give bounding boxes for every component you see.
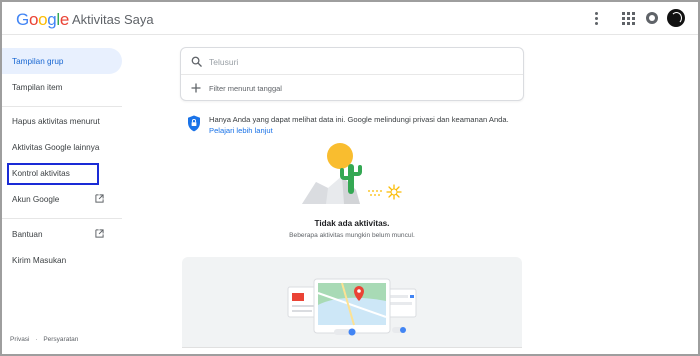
privacy-text: Hanya Anda yang dapat melihat data ini. … xyxy=(209,115,509,124)
privacy-link[interactable]: Privasi xyxy=(10,336,30,343)
logo-letter-o1: o xyxy=(28,10,39,29)
open-in-new-icon xyxy=(95,229,104,238)
sidebar-item-label: Aktivitas Google lainnya xyxy=(12,142,100,152)
empty-desert-illustration xyxy=(302,143,402,204)
search-icon[interactable] xyxy=(191,56,202,67)
footer-links: Privasi · Persyaratan xyxy=(10,336,82,343)
empty-state-title: Tidak ada aktivitas. xyxy=(314,219,390,228)
avatar[interactable] xyxy=(666,8,686,28)
activity-promo-illustration xyxy=(287,278,417,336)
window-frame: Google Aktivitas Saya Tampilan grup Tamp… xyxy=(0,0,700,356)
sidebar-item-send-feedback[interactable]: Kirim Masukan xyxy=(2,247,122,273)
account-badge-icon[interactable] xyxy=(644,10,660,26)
sidebar-item-label: Bantuan xyxy=(12,229,43,239)
sidebar-item-other-activity[interactable]: Aktivitas Google lainnya xyxy=(2,134,122,160)
google-logo[interactable]: Google xyxy=(16,10,69,30)
shield-lock-icon xyxy=(188,115,200,132)
logo-letter-e: e xyxy=(59,10,70,29)
footer-separator: · xyxy=(35,336,38,343)
sidebar-item-label: Tampilan item xyxy=(12,82,63,92)
logo-letter-g: G xyxy=(16,10,29,29)
sidebar-item-google-account[interactable]: Akun Google xyxy=(2,186,122,212)
sidebar-item-label: Kirim Masukan xyxy=(12,255,67,265)
sidebar: Tampilan grup Tampilan item Hapus aktivi… xyxy=(2,36,128,354)
sidebar-item-group-view[interactable]: Tampilan grup xyxy=(2,48,122,74)
open-in-new-icon xyxy=(95,194,104,203)
sidebar-divider xyxy=(2,218,122,219)
learn-more-link[interactable]: Pelajari lebih lanjut xyxy=(209,126,273,135)
sidebar-item-label: Akun Google xyxy=(12,194,60,204)
sidebar-item-item-view[interactable]: Tampilan item xyxy=(2,74,122,100)
sidebar-item-label: Hapus aktivitas menurut xyxy=(12,116,100,126)
sidebar-item-label: Kontrol aktivitas xyxy=(12,168,70,178)
filter-by-date-button[interactable]: Filter menurut tanggal xyxy=(181,76,523,101)
logo-letter-o2: o xyxy=(38,10,48,29)
more-vert-icon[interactable] xyxy=(588,10,604,26)
search-row xyxy=(181,48,523,75)
filter-label: Filter menurut tanggal xyxy=(209,84,282,93)
top-bar: Google Aktivitas Saya xyxy=(2,2,698,35)
search-card: Filter menurut tanggal xyxy=(180,47,524,101)
sidebar-item-help[interactable]: Bantuan xyxy=(2,221,122,247)
sidebar-item-delete-activity[interactable]: Hapus aktivitas menurut xyxy=(2,108,122,134)
app-title: Aktivitas Saya xyxy=(72,12,154,27)
apps-grid-icon[interactable] xyxy=(620,10,636,26)
terms-link[interactable]: Persyaratan xyxy=(43,336,78,343)
sidebar-divider xyxy=(2,106,122,107)
promo-card xyxy=(182,257,522,354)
search-input[interactable] xyxy=(209,54,509,69)
promo-card-footer xyxy=(182,347,522,354)
sidebar-item-label: Tampilan grup xyxy=(12,56,64,66)
plus-icon xyxy=(191,83,201,93)
sidebar-item-activity-controls[interactable]: Kontrol aktivitas xyxy=(2,160,122,186)
empty-state-subtitle: Beberapa aktivitas mungkin belum muncul. xyxy=(289,232,415,239)
